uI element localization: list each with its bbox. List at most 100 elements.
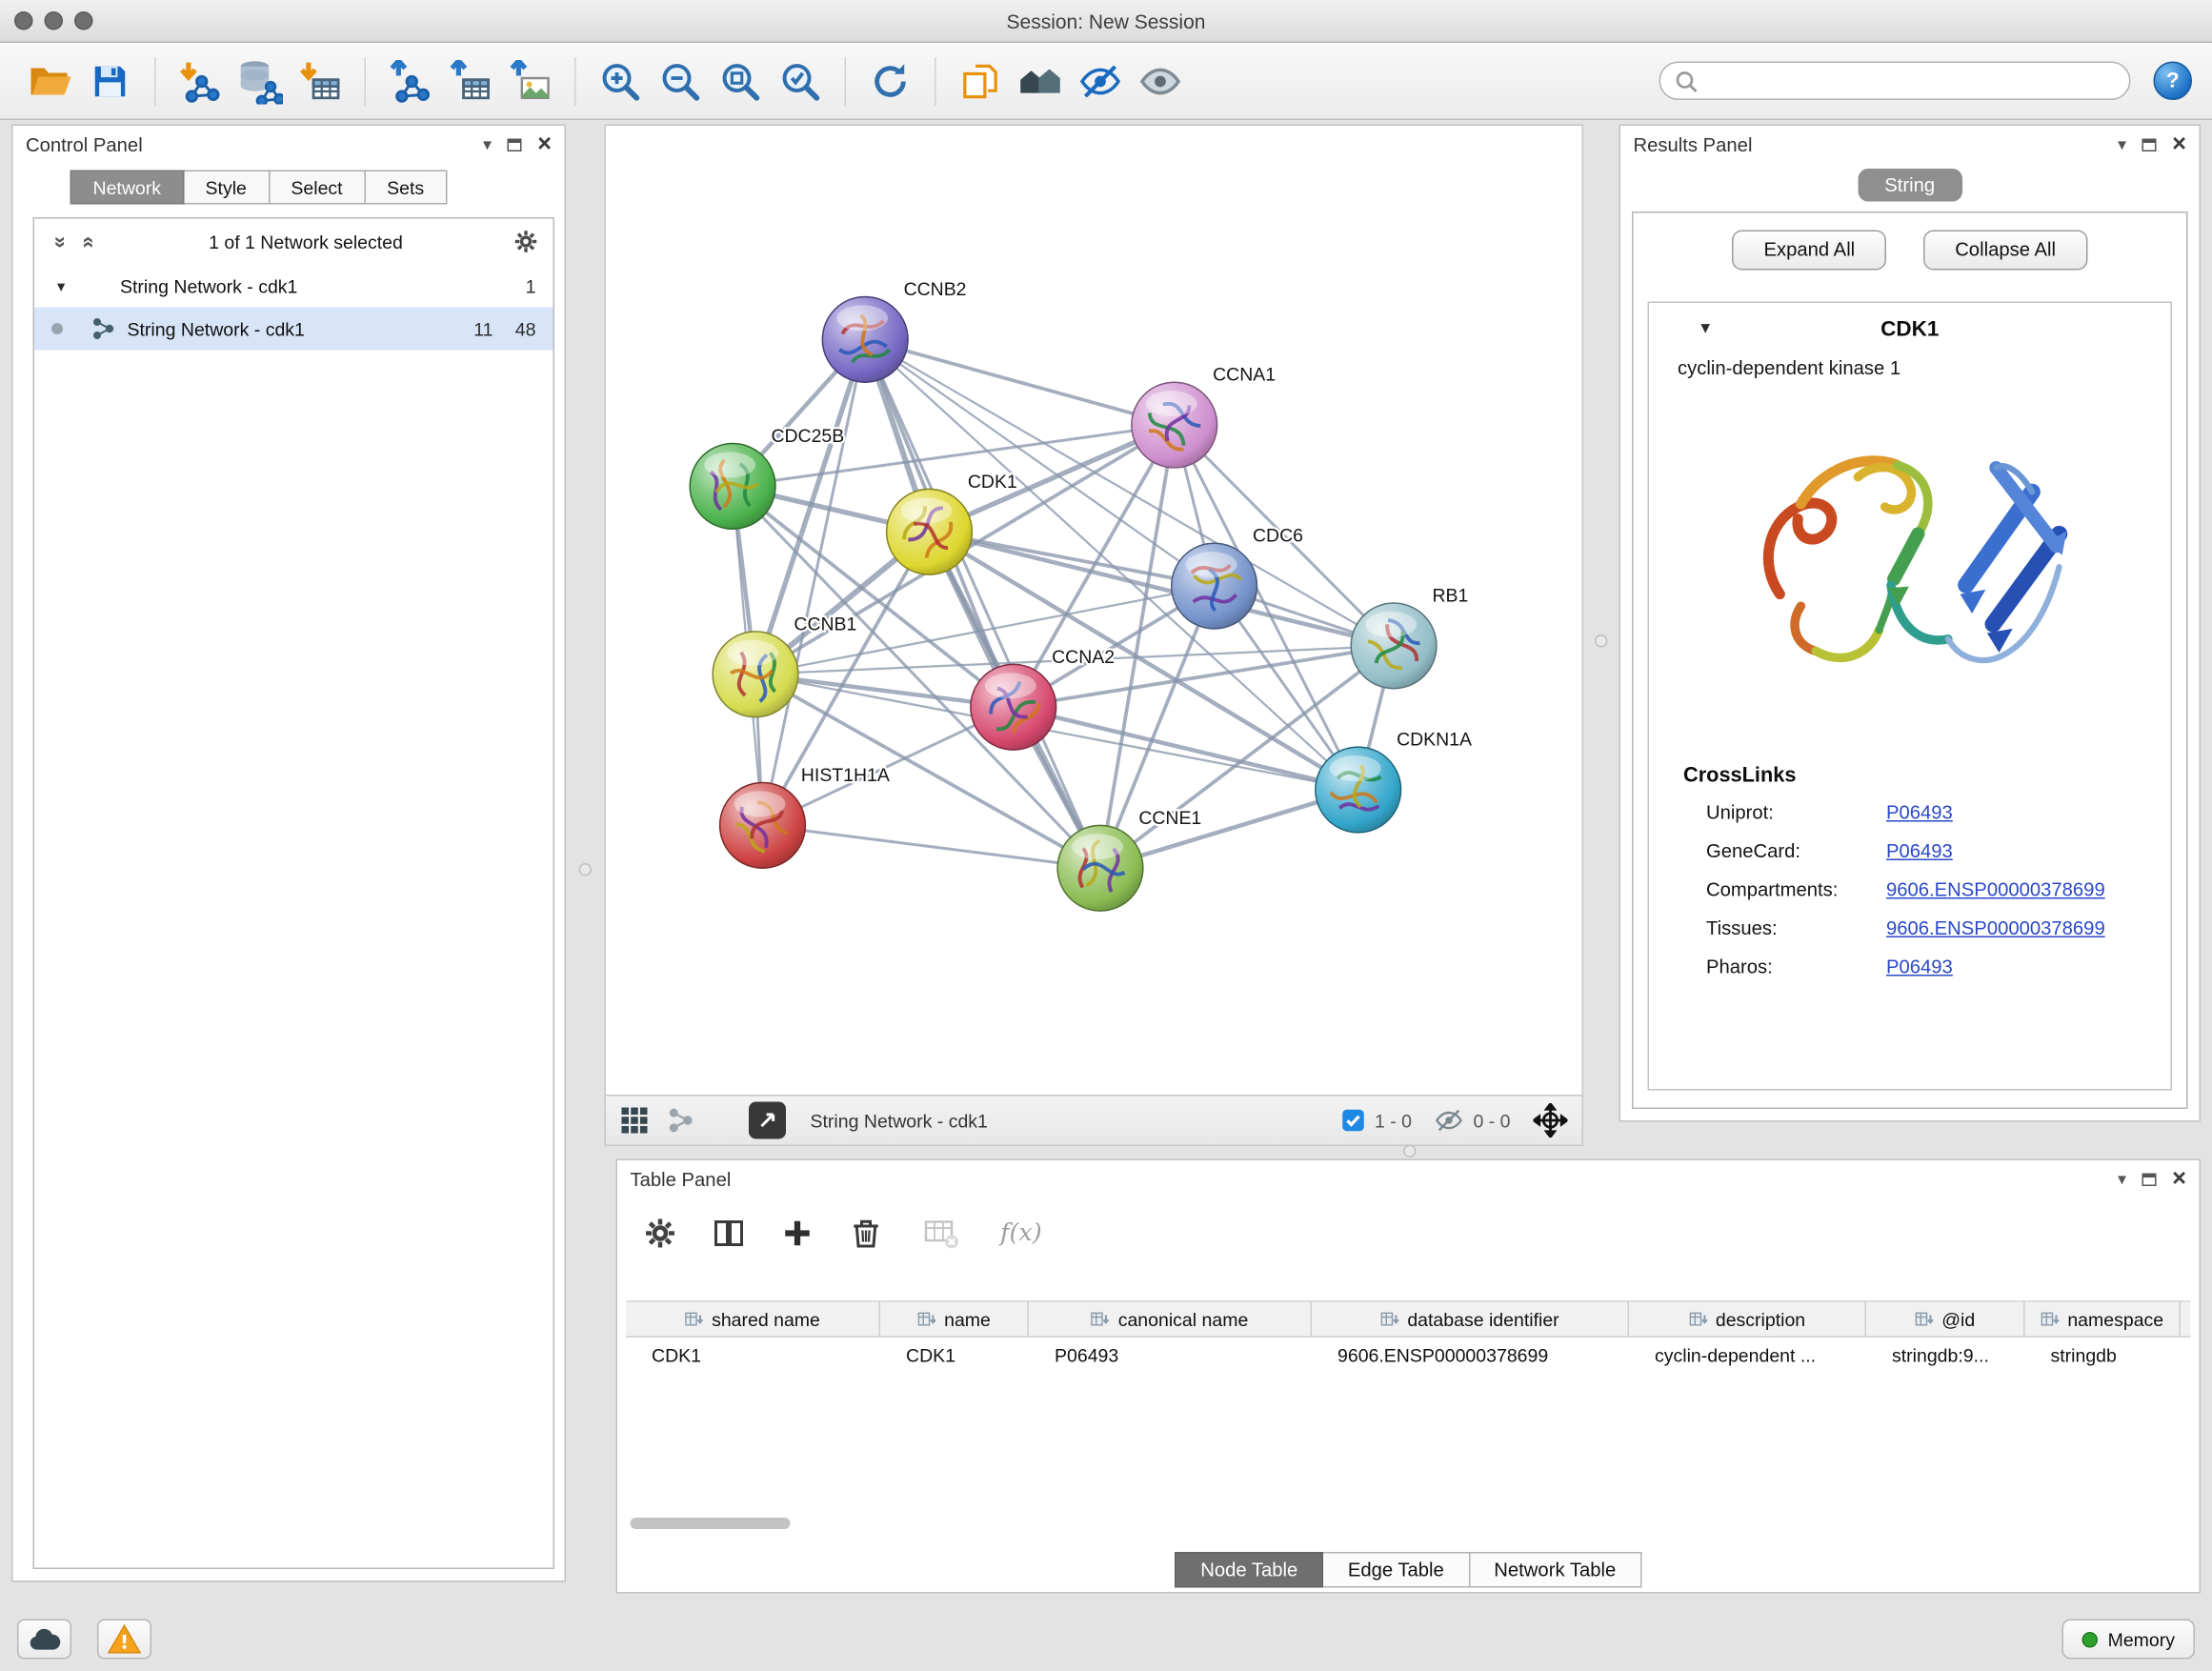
delete-column-trash-icon[interactable] bbox=[849, 1217, 883, 1251]
tab-node-table[interactable]: Node Table bbox=[1175, 1552, 1323, 1588]
network-edge-CCNB2-CCNE1[interactable] bbox=[865, 339, 1100, 868]
collection-collapse-triangle-icon[interactable]: ▾ bbox=[57, 276, 83, 295]
export-image-button[interactable] bbox=[503, 52, 557, 110]
zoom-selected-button[interactable] bbox=[774, 52, 828, 110]
network-collection-row[interactable]: ▾ String Network - cdk1 1 bbox=[34, 265, 553, 308]
import-network-database-button[interactable] bbox=[233, 52, 288, 110]
import-network-file-button[interactable] bbox=[173, 52, 228, 110]
search-input[interactable] bbox=[1706, 70, 2115, 92]
column-header-database-identifier[interactable]: database identifier bbox=[1312, 1302, 1629, 1337]
panel-menu-chevron-icon[interactable]: ▾ bbox=[483, 136, 492, 153]
export-table-button[interactable] bbox=[443, 52, 497, 110]
network-edge-CCNB2-HIST1H1A[interactable] bbox=[763, 339, 866, 825]
crosslink-link[interactable]: 9606.ENSP00000378699 bbox=[1886, 879, 2105, 901]
horizontal-splitter-handle[interactable] bbox=[1403, 1145, 1417, 1158]
tab-edge-table[interactable]: Edge Table bbox=[1323, 1552, 1469, 1588]
zoom-fit-button[interactable] bbox=[714, 52, 768, 110]
export-network-button[interactable] bbox=[383, 52, 437, 110]
horizontal-scrollbar[interactable] bbox=[631, 1518, 2187, 1532]
zoom-window-button[interactable] bbox=[74, 11, 93, 30]
network-view: CCNB2CCNA1CDC25BCDK1CDC6RB1CCNB1CCNA2CDK… bbox=[605, 125, 1584, 1147]
network-node-CDC6[interactable]: CDC6 bbox=[1172, 526, 1303, 629]
birdseye-grid-icon[interactable] bbox=[620, 1106, 649, 1135]
tab-select[interactable]: Select bbox=[270, 171, 366, 205]
network-row-selected[interactable]: String Network - cdk1 11 48 bbox=[34, 308, 553, 351]
column-header-shared-name[interactable]: shared name bbox=[626, 1302, 880, 1337]
add-column-plus-icon[interactable] bbox=[780, 1217, 814, 1251]
vertical-splitter-handle[interactable] bbox=[1595, 634, 1608, 648]
vertical-splitter-handle[interactable] bbox=[579, 863, 593, 876]
network-edge-count: 48 bbox=[493, 318, 536, 340]
import-table-file-button[interactable] bbox=[293, 52, 348, 110]
tab-network[interactable]: Network bbox=[70, 171, 185, 205]
column-header-description[interactable]: description bbox=[1629, 1302, 1866, 1337]
network-node-CCNA1[interactable]: CCNA1 bbox=[1132, 365, 1276, 468]
tab-sets[interactable]: Sets bbox=[366, 171, 448, 205]
selected-checkbox-icon[interactable] bbox=[1341, 1109, 1364, 1132]
show-all-eye-button[interactable] bbox=[1134, 52, 1188, 110]
zoom-in-button[interactable] bbox=[593, 52, 648, 110]
network-edge-CCNE1-HIST1H1A[interactable] bbox=[763, 825, 1100, 868]
column-header--id[interactable]: @id bbox=[1866, 1302, 2025, 1337]
collapse-all-icon[interactable]: « bbox=[47, 232, 71, 252]
panel-menu-chevron-icon[interactable]: ▾ bbox=[2118, 136, 2126, 153]
double-home-button[interactable] bbox=[1014, 52, 1068, 110]
network-edge-CCNA2-CDKN1A[interactable] bbox=[1014, 707, 1358, 790]
table-settings-gear-icon[interactable] bbox=[643, 1217, 677, 1251]
string-results-tab[interactable]: String bbox=[1858, 169, 1962, 202]
tab-network-table[interactable]: Network Table bbox=[1470, 1552, 1641, 1588]
protein-section-header[interactable]: ▼ CDK1 bbox=[1649, 303, 2171, 354]
column-header-canonical-name[interactable]: canonical name bbox=[1029, 1302, 1312, 1337]
open-file-button[interactable] bbox=[23, 52, 77, 110]
panel-menu-chevron-icon[interactable]: ▾ bbox=[2118, 1171, 2126, 1188]
network-options-gear-icon[interactable] bbox=[513, 229, 539, 254]
search-box[interactable] bbox=[1659, 62, 2131, 101]
column-header-namespace[interactable]: namespace bbox=[2025, 1302, 2182, 1337]
crosslink-link[interactable]: P06493 bbox=[1886, 956, 1953, 978]
close-panel-icon[interactable]: × bbox=[2172, 1165, 2186, 1194]
crosslink-link[interactable]: 9606.ENSP00000378699 bbox=[1886, 917, 2105, 939]
open-external-button[interactable] bbox=[749, 1102, 786, 1139]
workspace: Control Panel ▾ × Network Style Select S… bbox=[0, 120, 2212, 1671]
warning-button[interactable] bbox=[97, 1620, 151, 1660]
zoom-out-button[interactable] bbox=[654, 52, 708, 110]
network-node-HIST1H1A[interactable]: HIST1H1A bbox=[720, 765, 890, 868]
network-node-RB1[interactable]: RB1 bbox=[1351, 586, 1468, 689]
memory-button[interactable]: Memory bbox=[2062, 1620, 2195, 1660]
column-header-name[interactable]: name bbox=[880, 1302, 1029, 1337]
float-panel-icon[interactable] bbox=[2142, 1173, 2157, 1186]
tab-style[interactable]: Style bbox=[184, 171, 270, 205]
network-node-CCNB1[interactable]: CCNB1 bbox=[713, 614, 856, 716]
crosslink-link[interactable]: P06493 bbox=[1886, 802, 1953, 824]
minimize-window-button[interactable] bbox=[45, 11, 64, 30]
move-crosshair-icon[interactable] bbox=[1534, 1103, 1568, 1137]
share-network-icon[interactable] bbox=[668, 1108, 694, 1134]
table-row[interactable]: CDK1CDK1P064939606.ENSP00000378699cyclin… bbox=[626, 1338, 2191, 1375]
help-button[interactable]: ? bbox=[2154, 62, 2193, 101]
show-columns-icon[interactable] bbox=[712, 1217, 746, 1251]
expand-all-button[interactable]: Expand All bbox=[1732, 231, 1886, 271]
expand-all-icon[interactable]: « bbox=[76, 232, 101, 252]
close-window-button[interactable] bbox=[14, 11, 33, 30]
save-session-button[interactable] bbox=[83, 52, 137, 110]
main-toolbar: ? bbox=[0, 43, 2212, 120]
network-node-CCNB2[interactable]: CCNB2 bbox=[822, 279, 966, 382]
crosslink-link[interactable]: P06493 bbox=[1886, 840, 1953, 862]
duplicate-pages-button[interactable] bbox=[954, 52, 1008, 110]
network-canvas[interactable]: CCNB2CCNA1CDC25BCDK1CDC6RB1CCNB1CCNA2CDK… bbox=[606, 126, 1582, 1095]
float-panel-icon[interactable] bbox=[2142, 138, 2157, 151]
crosslink-label: Uniprot: bbox=[1706, 802, 1886, 824]
scrollbar-thumb[interactable] bbox=[631, 1518, 791, 1529]
network-node-CDKN1A[interactable]: CDKN1A bbox=[1316, 730, 1472, 833]
hidden-eye-slash-icon[interactable] bbox=[1435, 1106, 1463, 1135]
function-builder-button[interactable]: f(x) bbox=[1000, 1219, 1042, 1248]
collapse-all-button[interactable]: Collapse All bbox=[1923, 231, 2087, 271]
network-node-CDK1[interactable]: CDK1 bbox=[887, 472, 1017, 574]
section-collapse-triangle-icon[interactable]: ▼ bbox=[1698, 320, 1713, 337]
apply-layout-button[interactable] bbox=[863, 52, 917, 110]
float-panel-icon[interactable] bbox=[508, 138, 522, 151]
hide-selected-eye-slash-button[interactable] bbox=[1074, 52, 1128, 110]
close-panel-icon[interactable]: × bbox=[537, 131, 552, 159]
close-panel-icon[interactable]: × bbox=[2172, 131, 2186, 159]
cloud-status-button[interactable] bbox=[17, 1620, 71, 1660]
